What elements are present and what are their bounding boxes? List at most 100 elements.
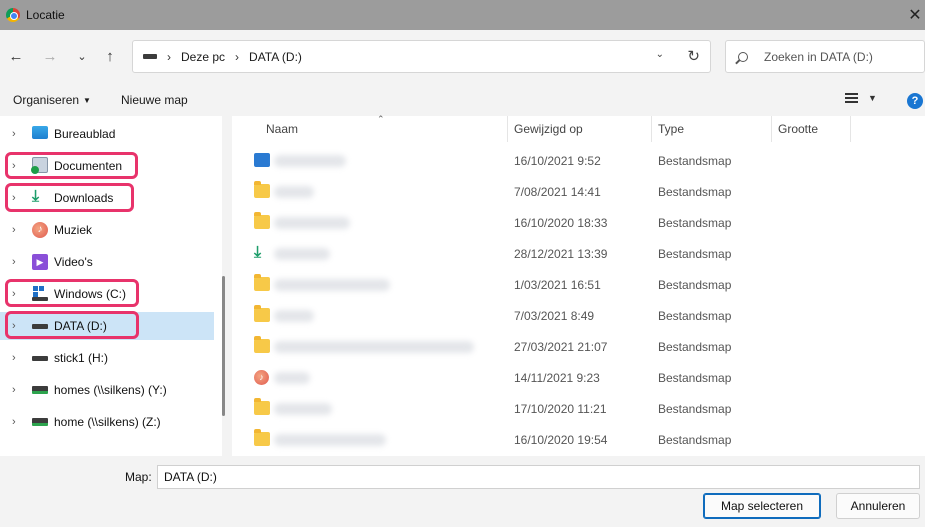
navigation-bar: ← → ⌄ ↑ › Deze pc › DATA (D:) ⌄ ↻ [0,30,925,84]
drive-icon [32,356,48,361]
row-modified: 14/11/2021 9:23 [514,371,600,385]
row-type: Bestandsmap [658,402,732,416]
column-divider[interactable] [507,116,508,142]
sidebar-item-stick1-h[interactable]: › stick1 (H:) [0,344,214,372]
sidebar-item-home-z[interactable]: › home (\\silkens) (Z:) [0,408,214,436]
chevron-right-icon[interactable]: › [12,416,16,428]
folder-icon [254,212,270,229]
forward-button[interactable]: → [38,44,62,68]
blurred-filename [274,279,390,291]
downloads-folder-icon: ⤓ [254,244,262,261]
videos-icon: ▶ [32,254,48,270]
close-button[interactable]: ✕ [905,0,925,30]
search-input[interactable] [764,49,914,64]
up-button[interactable]: ↑ [98,44,122,68]
row-type: Bestandsmap [658,340,732,354]
row-type: Bestandsmap [658,185,732,199]
sidebar-scrollbar[interactable] [222,276,225,416]
highlight-data-d [5,311,139,339]
drive-icon [143,54,157,59]
file-row[interactable]: 16/10/2020 18:33 Bestandsmap [232,207,925,238]
address-bar[interactable]: › Deze pc › DATA (D:) ⌄ ↻ [132,40,711,73]
row-modified: 17/10/2020 11:21 [514,402,607,416]
sidebar-item-homes-y[interactable]: › homes (\\silkens) (Y:) [0,376,214,404]
folder-icon [254,274,270,291]
file-row[interactable]: ♪ 14/11/2021 9:23 Bestandsmap [232,362,925,393]
sidebar-item-desktop[interactable]: › Bureaublad [0,120,214,148]
blurred-filename [274,434,386,446]
file-row[interactable]: 1/03/2021 16:51 Bestandsmap [232,269,925,300]
blurred-filename [274,310,314,322]
row-type: Bestandsmap [658,247,732,261]
cancel-button[interactable]: Annuleren [836,493,920,519]
row-modified: 1/03/2021 16:51 [514,278,601,292]
network-drive-icon [32,386,48,394]
chevron-right-icon[interactable]: › [12,128,16,140]
blurred-filename [274,155,346,167]
column-divider[interactable] [850,116,851,142]
folder-icon [254,336,270,353]
view-options-button[interactable]: ▼ [845,93,877,103]
recent-locations-button[interactable]: ⌄ [70,44,94,68]
row-type: Bestandsmap [658,278,732,292]
breadcrumb-this-pc[interactable]: Deze pc [181,50,225,64]
sidebar-item-label: Video's [54,255,93,269]
chevron-right-icon[interactable]: › [12,352,16,364]
sidebar-item-music[interactable]: › ♪ Muziek [0,216,214,244]
row-modified: 28/12/2021 13:39 [514,247,608,261]
row-type: Bestandsmap [658,433,732,447]
chevron-right-icon[interactable]: › [12,384,16,396]
column-header-type[interactable]: Type [658,116,684,142]
file-row[interactable]: 17/10/2020 11:21 Bestandsmap [232,393,925,424]
folder-name-field[interactable]: DATA (D:) [157,465,920,489]
sidebar-item-label: stick1 (H:) [54,351,108,365]
map-label: Map: [125,470,152,484]
network-drive-icon [32,418,48,426]
file-row[interactable]: 16/10/2021 9:52 Bestandsmap [232,145,925,176]
file-row[interactable]: 7/08/2021 14:41 Bestandsmap [232,176,925,207]
sidebar-item-label: homes (\\silkens) (Y:) [54,383,167,397]
file-row[interactable]: 16/10/2020 19:54 Bestandsmap [232,424,925,455]
breadcrumb-data-drive[interactable]: DATA (D:) [249,50,302,64]
caret-down-icon: ▼ [868,93,877,103]
window-title: Locatie [26,8,65,22]
pictures-folder-icon [254,153,270,167]
row-modified: 16/10/2021 9:52 [514,154,601,168]
refresh-icon[interactable]: ↻ [687,47,700,65]
sidebar-item-label: Muziek [54,223,93,237]
desktop-icon [32,126,48,139]
chevron-right-icon[interactable]: › [235,50,239,64]
column-header-modified[interactable]: Gewijzigd op [514,116,583,142]
row-modified: 7/08/2021 14:41 [514,185,601,199]
list-view-icon [845,93,858,103]
sidebar-item-videos[interactable]: › ▶ Video's [0,248,214,276]
row-modified: 27/03/2021 21:07 [514,340,608,354]
column-header-size[interactable]: Grootte [778,116,818,142]
chevron-down-icon[interactable]: ⌄ [656,49,664,60]
file-row[interactable]: ⤓ 28/12/2021 13:39 Bestandsmap [232,238,925,269]
row-modified: 16/10/2020 19:54 [514,433,608,447]
blurred-filename [274,217,350,229]
blurred-filename [274,186,314,198]
chevron-right-icon[interactable]: › [12,256,16,268]
file-row[interactable]: 27/03/2021 21:07 Bestandsmap [232,331,925,362]
chevron-right-icon[interactable]: › [167,50,171,64]
folder-icon [254,429,270,446]
sort-ascending-icon: ⌃ [377,114,385,124]
column-header-name[interactable]: Naam [266,116,298,142]
chevron-right-icon[interactable]: › [12,224,16,236]
row-modified: 7/03/2021 8:49 [514,309,595,323]
column-divider[interactable] [651,116,652,142]
chrome-icon [6,8,20,22]
new-folder-button[interactable]: Nieuwe map [121,93,188,107]
search-box[interactable] [725,40,925,73]
column-divider[interactable] [771,116,772,142]
select-folder-button[interactable]: Map selecteren [703,493,821,519]
back-button[interactable]: ← [4,44,28,68]
organize-label: Organiseren [13,93,80,107]
help-icon[interactable]: ? [907,93,923,109]
music-icon: ♪ [32,222,48,238]
organize-menu[interactable]: Organiseren ▼ [13,93,91,107]
file-row[interactable]: 7/03/2021 8:49 Bestandsmap [232,300,925,331]
row-type: Bestandsmap [658,216,732,230]
